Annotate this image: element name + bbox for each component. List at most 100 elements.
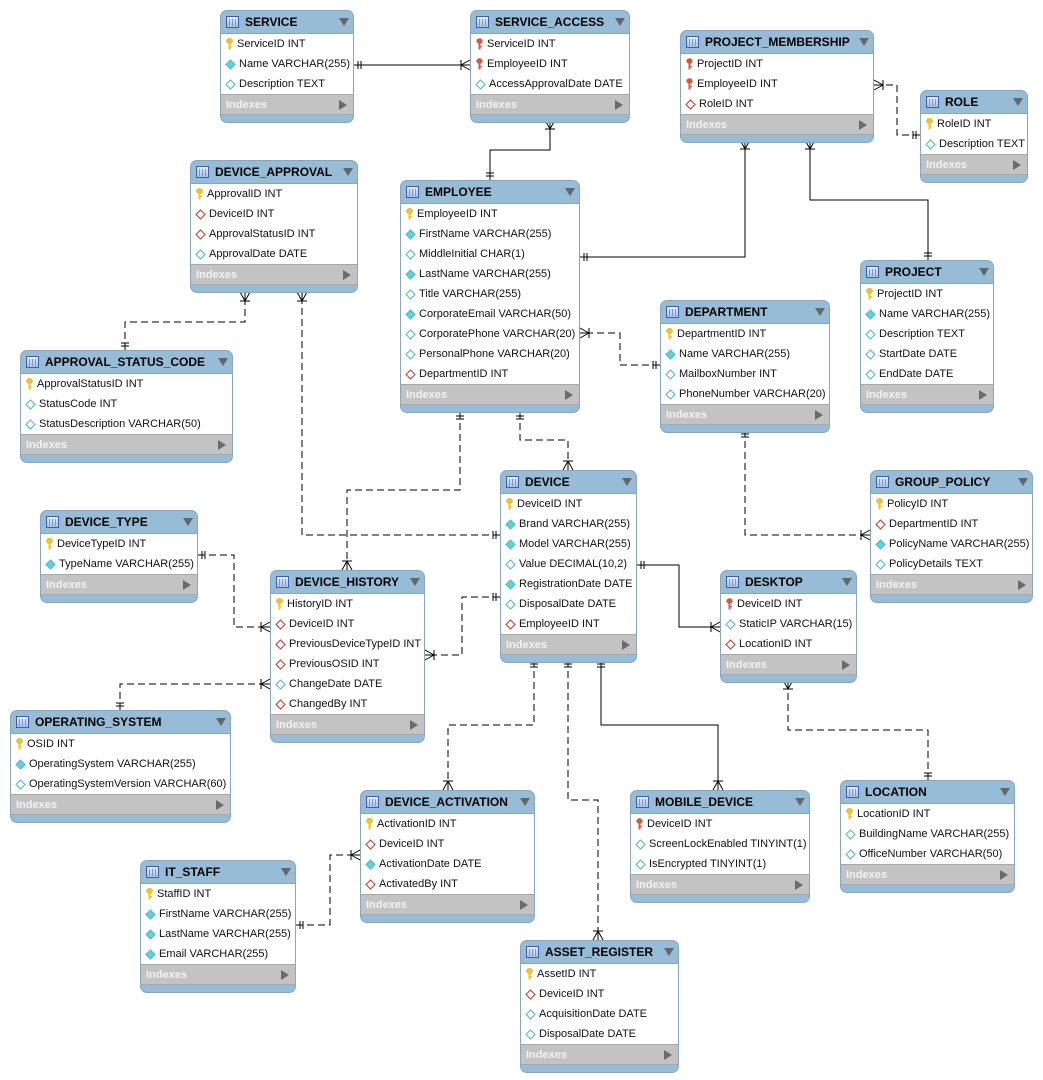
indexes-section[interactable]: Indexes — [191, 264, 357, 285]
relationship-employee-device_history[interactable] — [346, 412, 461, 570]
table-it-staff[interactable]: IT_STAFF StaffID INT FirstName VARCHAR(25… — [140, 860, 296, 993]
table-header[interactable]: SERVICE — [221, 11, 353, 33]
relationship-employee-device[interactable] — [519, 412, 569, 470]
column-row[interactable]: OfficeNumber VARCHAR(50) — [841, 844, 1014, 864]
table-header[interactable]: DEPARTMENT — [661, 301, 829, 323]
column-row[interactable]: DisposalDate DATE — [501, 594, 636, 614]
column-row[interactable]: Value DECIMAL(10,2) — [501, 554, 636, 574]
table-header[interactable]: MOBILE_DEVICE — [631, 791, 809, 813]
table-header[interactable]: DESKTOP — [721, 571, 856, 593]
column-row[interactable]: PhoneNumber VARCHAR(20) — [661, 384, 829, 404]
relationship-employee-project_membership[interactable] — [580, 140, 746, 258]
column-row[interactable]: ActivatedBy INT — [361, 874, 534, 894]
column-row[interactable]: Name VARCHAR(255) — [661, 344, 829, 364]
expand-arrow-icon[interactable] — [183, 579, 191, 590]
column-row[interactable]: ProjectID INT — [861, 284, 993, 304]
column-row[interactable]: DepartmentID INT — [871, 514, 1032, 534]
column-row[interactable]: RegistrationDate DATE — [501, 574, 636, 594]
column-row[interactable]: PersonalPhone VARCHAR(20) — [401, 344, 579, 364]
indexes-section[interactable]: Indexes — [401, 384, 579, 405]
relationship-role-project_membership[interactable] — [874, 84, 920, 136]
column-row[interactable]: EmployeeID INT — [501, 614, 636, 634]
table-mobile-device[interactable]: MOBILE_DEVICE DeviceID INT ScreenLockEnab… — [630, 790, 810, 903]
column-row[interactable]: DeviceID INT — [271, 614, 424, 634]
column-row[interactable]: StatusDescription VARCHAR(50) — [21, 414, 232, 434]
column-row[interactable]: PreviousDeviceTypeID INT — [271, 634, 424, 654]
column-row[interactable]: ApprovalStatusID INT — [21, 374, 232, 394]
relationship-it_staff-device_activation[interactable] — [296, 854, 360, 926]
table-header[interactable]: OPERATING_SYSTEM — [11, 711, 230, 733]
expand-arrow-icon[interactable] — [520, 899, 528, 910]
indexes-section[interactable]: Indexes — [841, 864, 1014, 885]
column-row[interactable]: DeviceID INT — [501, 494, 636, 514]
table-header[interactable]: PROJECT_MEMBERSHIP — [681, 31, 873, 53]
indexes-section[interactable]: Indexes — [661, 404, 829, 425]
column-row[interactable]: Model VARCHAR(255) — [501, 534, 636, 554]
table-operating-system[interactable]: OPERATING_SYSTEM OSID INT OperatingSystem… — [10, 710, 231, 823]
column-row[interactable]: OperatingSystemVersion VARCHAR(60) — [11, 774, 230, 794]
relationship-approval_status_code-device_approval[interactable] — [124, 292, 246, 350]
table-header[interactable]: IT_STAFF — [141, 861, 295, 883]
relationship-location-desktop[interactable] — [787, 680, 929, 780]
column-row[interactable]: LastName VARCHAR(255) — [141, 924, 295, 944]
expand-arrow-icon[interactable] — [216, 799, 224, 810]
collapse-triangle-icon[interactable] — [410, 578, 420, 586]
table-project[interactable]: PROJECT ProjectID INT Name VARCHAR(255) De… — [860, 260, 994, 413]
collapse-triangle-icon[interactable] — [216, 718, 226, 726]
table-header[interactable]: GROUP_POLICY — [871, 471, 1032, 493]
column-row[interactable]: EmployeeID INT — [471, 54, 629, 74]
table-group-policy[interactable]: GROUP_POLICY PolicyID INT DepartmentID IN… — [870, 470, 1033, 603]
table-device-approval[interactable]: DEVICE_APPROVAL ApprovalID INT DeviceID I… — [190, 160, 358, 293]
expand-arrow-icon[interactable] — [565, 389, 573, 400]
column-row[interactable]: CorporatePhone VARCHAR(20) — [401, 324, 579, 344]
collapse-triangle-icon[interactable] — [1018, 478, 1028, 486]
table-header[interactable]: LOCATION — [841, 781, 1014, 803]
relationship-device_type-device_history[interactable] — [198, 554, 270, 628]
table-device[interactable]: DEVICE DeviceID INT Brand VARCHAR(255) Mod… — [500, 470, 637, 663]
column-row[interactable]: HistoryID INT — [271, 594, 424, 614]
table-header[interactable]: DEVICE_HISTORY — [271, 571, 424, 593]
table-project-membership[interactable]: PROJECT_MEMBERSHIP ProjectID INT Employee… — [680, 30, 874, 143]
indexes-section[interactable]: Indexes — [871, 574, 1032, 595]
expand-arrow-icon[interactable] — [815, 409, 823, 420]
column-row[interactable]: AcquisitionDate DATE — [521, 1004, 678, 1024]
column-row[interactable]: RoleID INT — [921, 114, 1027, 134]
expand-arrow-icon[interactable] — [410, 719, 418, 730]
column-row[interactable]: StaffID INT — [141, 884, 295, 904]
column-row[interactable]: Name VARCHAR(255) — [221, 54, 353, 74]
expand-arrow-icon[interactable] — [615, 99, 623, 110]
table-location[interactable]: LOCATION LocationID INT BuildingName VARC… — [840, 780, 1015, 893]
table-service[interactable]: SERVICE ServiceID INT Name VARCHAR(255) De… — [220, 10, 354, 123]
collapse-triangle-icon[interactable] — [281, 868, 291, 876]
column-row[interactable]: RoleID INT — [681, 94, 873, 114]
table-header[interactable]: EMPLOYEE — [401, 181, 579, 203]
expand-arrow-icon[interactable] — [339, 99, 347, 110]
indexes-section[interactable]: Indexes — [471, 94, 629, 115]
column-row[interactable]: ServiceID INT — [221, 34, 353, 54]
collapse-triangle-icon[interactable] — [1013, 98, 1023, 106]
indexes-section[interactable]: Indexes — [221, 94, 353, 115]
indexes-section[interactable]: Indexes — [921, 154, 1027, 175]
column-row[interactable]: MiddleInitial CHAR(1) — [401, 244, 579, 264]
table-approval-status-code[interactable]: APPROVAL_STATUS_CODE ApprovalStatusID IN… — [20, 350, 233, 463]
table-header[interactable]: PROJECT — [861, 261, 993, 283]
column-row[interactable]: PolicyID INT — [871, 494, 1032, 514]
indexes-section[interactable]: Indexes — [681, 114, 873, 135]
column-row[interactable]: ApprovalDate DATE — [191, 244, 357, 264]
column-row[interactable]: LocationID INT — [841, 804, 1014, 824]
table-department[interactable]: DEPARTMENT DepartmentID INT Name VARCHAR(… — [660, 300, 830, 433]
column-row[interactable]: DepartmentID INT — [401, 364, 579, 384]
expand-arrow-icon[interactable] — [1013, 159, 1021, 170]
table-header[interactable]: DEVICE_APPROVAL — [191, 161, 357, 183]
column-row[interactable]: Description TEXT — [221, 74, 353, 94]
relationship-project-project_membership[interactable] — [809, 140, 929, 260]
relationship-employee-service_access[interactable] — [489, 120, 551, 180]
column-row[interactable]: DeviceID INT — [631, 814, 809, 834]
column-row[interactable]: MailboxNumber INT — [661, 364, 829, 384]
table-device-activation[interactable]: DEVICE_ACTIVATION ActivationID INT Device… — [360, 790, 535, 923]
collapse-triangle-icon[interactable] — [859, 38, 869, 46]
column-row[interactable]: ActivationID INT — [361, 814, 534, 834]
indexes-section[interactable]: Indexes — [631, 874, 809, 895]
table-header[interactable]: SERVICE_ACCESS — [471, 11, 629, 33]
column-row[interactable]: Name VARCHAR(255) — [861, 304, 993, 324]
